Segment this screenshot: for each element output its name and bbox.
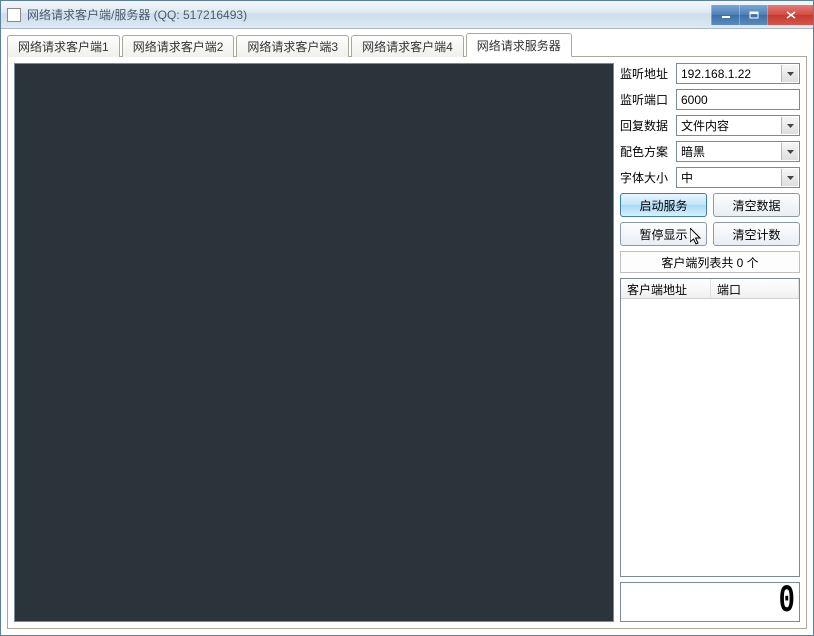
client-area: 网络请求客户端1 网络请求客户端2 网络请求客户端3 网络请求客户端4 网络请求… (1, 29, 813, 635)
tab-client4[interactable]: 网络请求客户端4 (351, 35, 464, 57)
clear-count-button[interactable]: 清空计数 (713, 222, 800, 246)
tab-bar: 网络请求客户端1 网络请求客户端2 网络请求客户端3 网络请求客户端4 网络请求… (7, 35, 807, 57)
log-output[interactable] (14, 63, 614, 622)
counter-value: 0 (778, 580, 793, 624)
label-listen-port: 监听端口 (620, 91, 672, 108)
tab-client3[interactable]: 网络请求客户端3 (236, 35, 349, 57)
side-panel: 监听地址 192.168.1.22 监听端口 6000 回复数据 (620, 63, 800, 622)
row-color-scheme: 配色方案 暗黑 (620, 141, 800, 162)
tab-client2[interactable]: 网络请求客户端2 (122, 35, 235, 57)
row-listen-addr: 监听地址 192.168.1.22 (620, 63, 800, 84)
minimize-button[interactable] (711, 5, 739, 25)
button-row-2: 暂停显示 清空计数 (620, 222, 800, 246)
counter-display: 0 (620, 582, 800, 622)
close-button[interactable] (767, 5, 813, 25)
label-font-size: 字体大小 (620, 169, 672, 186)
input-listen-port-value: 6000 (681, 93, 708, 107)
combo-font-size[interactable]: 中 (676, 167, 800, 188)
maximize-button[interactable] (739, 5, 767, 25)
row-font-size: 字体大小 中 (620, 167, 800, 188)
tab-client1[interactable]: 网络请求客户端1 (7, 35, 120, 57)
start-service-button[interactable]: 启动服务 (620, 193, 707, 217)
row-reply-data: 回复数据 文件内容 (620, 115, 800, 136)
col-client-port[interactable]: 端口 (711, 279, 799, 298)
app-window: 网络请求客户端/服务器 (QQ: 517216493) 网络请求客户端1 网络请… (0, 0, 814, 636)
combo-reply-data-value: 文件内容 (681, 117, 729, 134)
app-icon (7, 8, 21, 22)
combo-color-scheme-value: 暗黑 (681, 143, 705, 160)
chevron-down-icon[interactable] (781, 65, 798, 82)
combo-font-size-value: 中 (681, 169, 693, 186)
tab-content: 监听地址 192.168.1.22 监听端口 6000 回复数据 (7, 57, 807, 629)
client-table[interactable]: 客户端地址 端口 (620, 278, 800, 577)
close-icon (786, 11, 796, 19)
col-client-addr[interactable]: 客户端地址 (621, 279, 711, 298)
clear-data-button[interactable]: 清空数据 (713, 193, 800, 217)
pause-display-button[interactable]: 暂停显示 (620, 222, 707, 246)
button-row-1: 启动服务 清空数据 (620, 193, 800, 217)
combo-listen-addr[interactable]: 192.168.1.22 (676, 63, 800, 84)
row-listen-port: 监听端口 6000 (620, 89, 800, 110)
minimize-icon (721, 11, 731, 19)
input-listen-port[interactable]: 6000 (676, 89, 800, 110)
client-count-label: 客户端列表共 0 个 (620, 251, 800, 273)
combo-reply-data[interactable]: 文件内容 (676, 115, 800, 136)
label-color-scheme: 配色方案 (620, 143, 672, 160)
tab-server[interactable]: 网络请求服务器 (466, 33, 572, 57)
maximize-icon (749, 11, 759, 19)
label-listen-addr: 监听地址 (620, 65, 672, 82)
titlebar[interactable]: 网络请求客户端/服务器 (QQ: 517216493) (1, 1, 813, 29)
label-reply-data: 回复数据 (620, 117, 672, 134)
combo-listen-addr-value: 192.168.1.22 (681, 67, 751, 81)
chevron-down-icon[interactable] (781, 117, 798, 134)
combo-color-scheme[interactable]: 暗黑 (676, 141, 800, 162)
chevron-down-icon[interactable] (781, 143, 798, 160)
window-title: 网络请求客户端/服务器 (QQ: 517216493) (27, 6, 711, 23)
table-header: 客户端地址 端口 (621, 279, 799, 299)
chevron-down-icon[interactable] (781, 169, 798, 186)
window-controls (711, 5, 813, 25)
